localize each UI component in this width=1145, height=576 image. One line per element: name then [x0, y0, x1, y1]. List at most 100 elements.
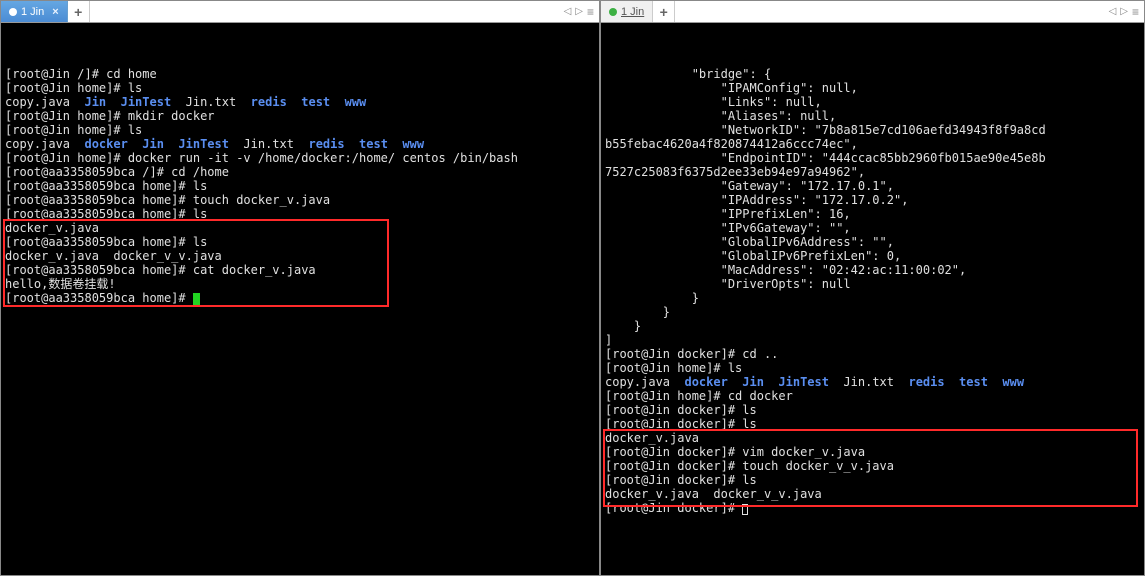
terminal-line: [root@Jin home]# ls: [5, 123, 595, 137]
tab-menu-icon[interactable]: ≡: [1132, 5, 1138, 19]
terminal-line: [root@Jin docker]# ls: [605, 403, 1140, 417]
terminal-line: copy.java docker Jin JinTest Jin.txt red…: [5, 137, 595, 151]
terminal-line: [root@Jin docker]# ls: [605, 417, 1140, 431]
terminal-text: copy.java: [5, 137, 84, 151]
left-terminal-pane: 1 Jin × + ◁ ▷ ≡ [root@Jin /]# cd home[ro…: [0, 0, 600, 576]
terminal-line: [root@Jin /]# cd home: [5, 67, 595, 81]
terminal-line: "Links": null,: [605, 95, 1140, 109]
terminal-text: b55febac4620a4f820874412a6ccc74ec",: [605, 137, 858, 151]
terminal-text: ]: [605, 333, 612, 347]
terminal-text: [root@Jin docker]#: [605, 501, 742, 515]
terminal-line: [root@Jin docker]# touch docker_v_v.java: [605, 459, 1140, 473]
terminal-text: "GlobalIPv6PrefixLen": 0,: [605, 249, 901, 263]
close-icon[interactable]: ×: [48, 6, 58, 18]
terminal-text: redis test www: [908, 375, 1024, 389]
terminal-line: copy.java docker Jin JinTest Jin.txt red…: [605, 375, 1140, 389]
terminal-text: [root@Jin home]# ls: [5, 81, 142, 95]
prev-tab-icon[interactable]: ◁: [1109, 6, 1117, 17]
terminal-text: [root@Jin home]# cd docker: [605, 389, 793, 403]
tabbar-controls: ◁ ▷ ≡: [1103, 1, 1144, 22]
terminal-text: "IPv6Gateway": "",: [605, 221, 851, 235]
terminal-text: [root@Jin home]# docker run -it -v /home…: [5, 151, 518, 165]
terminal-text: Jin JinTest: [84, 95, 171, 109]
terminal-line: "IPAMConfig": null,: [605, 81, 1140, 95]
terminal-text: [root@Jin home]# ls: [605, 361, 742, 375]
terminal-text: }: [605, 319, 641, 333]
terminal-line: "IPv6Gateway": "",: [605, 221, 1140, 235]
terminal-text: Jin.txt: [829, 375, 908, 389]
terminal-text: [root@aa3358059bca home]#: [5, 291, 193, 305]
right-tabbar: 1 Jin + ◁ ▷ ≡: [601, 1, 1144, 23]
terminal-line: [root@Jin home]# ls: [605, 361, 1140, 375]
terminal-line: [root@Jin home]# docker run -it -v /home…: [5, 151, 595, 165]
terminal-text: [root@aa3358059bca home]# cat docker_v.j…: [5, 263, 316, 277]
terminal-line: "bridge": {: [605, 67, 1140, 81]
terminal-text: docker_v.java docker_v_v.java: [5, 249, 222, 263]
tabbar-controls: ◁ ▷ ≡: [558, 1, 599, 22]
terminal-line: docker_v.java: [5, 221, 595, 235]
terminal-line: docker_v.java docker_v_v.java: [5, 249, 595, 263]
new-tab-button[interactable]: +: [68, 1, 90, 22]
terminal-text: docker_v.java: [5, 221, 99, 235]
terminal-line: [root@Jin docker]# cd ..: [605, 347, 1140, 361]
terminal-text: "IPAMConfig": null,: [605, 81, 858, 95]
terminal-line: "GlobalIPv6Address": "",: [605, 235, 1140, 249]
terminal-line: b55febac4620a4f820874412a6ccc74ec",: [605, 137, 1140, 151]
status-dot-icon: [9, 8, 17, 16]
cursor-icon: [742, 504, 748, 515]
terminal-line: }: [605, 305, 1140, 319]
terminal-line: [root@Jin home]# mkdir docker: [5, 109, 595, 123]
terminal-text: docker Jin JinTest: [84, 137, 229, 151]
terminal-line: docker_v.java docker_v_v.java: [605, 487, 1140, 501]
next-tab-icon[interactable]: ▷: [1120, 6, 1128, 17]
terminal-text: "IPPrefixLen": 16,: [605, 207, 851, 221]
terminal-text: hello,数据卷挂载!: [5, 277, 116, 291]
terminal-line: [root@aa3358059bca home]# ls: [5, 235, 595, 249]
terminal-line: 7527c25083f6375d2ee33eb94e97a94962",: [605, 165, 1140, 179]
terminal-line: "DriverOpts": null: [605, 277, 1140, 291]
terminal-line: ]: [605, 333, 1140, 347]
next-tab-icon[interactable]: ▷: [575, 6, 583, 17]
terminal-line: docker_v.java: [605, 431, 1140, 445]
tab-session-1[interactable]: 1 Jin ×: [1, 1, 68, 22]
terminal-text: [root@Jin home]# ls: [5, 123, 142, 137]
terminal-text: [root@Jin docker]# vim docker_v.java: [605, 445, 865, 459]
terminal-line: [root@aa3358059bca home]# ls: [5, 207, 595, 221]
tab-label: 1 Jin: [21, 6, 44, 18]
right-terminal-pane: 1 Jin + ◁ ▷ ≡ "bridge": { "IPAMConfig": …: [600, 0, 1145, 576]
terminal-text: [root@aa3358059bca home]# ls: [5, 235, 207, 249]
terminal-text: [root@aa3358059bca /]# cd /home: [5, 165, 229, 179]
tab-session-1[interactable]: 1 Jin: [601, 1, 653, 22]
terminal-line: "EndpointID": "444ccac85bb2960fb015ae90e…: [605, 151, 1140, 165]
status-dot-icon: [609, 8, 617, 16]
plus-icon: +: [74, 4, 82, 20]
terminal-line: "MacAddress": "02:42:ac:11:00:02",: [605, 263, 1140, 277]
terminal-line: }: [605, 319, 1140, 333]
terminal-text: [root@aa3358059bca home]# touch docker_v…: [5, 193, 330, 207]
new-tab-button[interactable]: +: [653, 1, 675, 22]
terminal-text: "Gateway": "172.17.0.1",: [605, 179, 894, 193]
terminal-line: [root@Jin home]# cd docker: [605, 389, 1140, 403]
left-terminal[interactable]: [root@Jin /]# cd home[root@Jin home]# ls…: [1, 23, 599, 575]
terminal-text: "EndpointID": "444ccac85bb2960fb015ae90e…: [605, 151, 1046, 165]
terminal-text: [root@Jin docker]# ls: [605, 473, 757, 487]
right-terminal[interactable]: "bridge": { "IPAMConfig": null, "Links":…: [601, 23, 1144, 575]
terminal-line: }: [605, 291, 1140, 305]
tabbar-spacer: [675, 1, 1102, 22]
terminal-text: [root@Jin docker]# ls: [605, 417, 757, 431]
terminal-text: copy.java: [5, 95, 84, 109]
terminal-text: "GlobalIPv6Address": "",: [605, 235, 894, 249]
terminal-line: hello,数据卷挂载!: [5, 277, 595, 291]
prev-tab-icon[interactable]: ◁: [564, 6, 572, 17]
terminal-text: "NetworkID": "7b8a815e7cd106aefd34943f8f…: [605, 123, 1046, 137]
terminal-text: 7527c25083f6375d2ee33eb94e97a94962",: [605, 165, 865, 179]
tab-label: 1 Jin: [621, 6, 644, 18]
terminal-line: [root@aa3358059bca home]# ls: [5, 179, 595, 193]
terminal-text: [root@Jin /]# cd home: [5, 67, 157, 81]
tab-menu-icon[interactable]: ≡: [587, 5, 593, 19]
terminal-line: "Aliases": null,: [605, 109, 1140, 123]
terminal-line: [root@Jin docker]#: [605, 501, 1140, 515]
terminal-text: "MacAddress": "02:42:ac:11:00:02",: [605, 263, 966, 277]
terminal-line: [root@aa3358059bca home]# touch docker_v…: [5, 193, 595, 207]
terminal-text: docker_v.java docker_v_v.java: [605, 487, 822, 501]
